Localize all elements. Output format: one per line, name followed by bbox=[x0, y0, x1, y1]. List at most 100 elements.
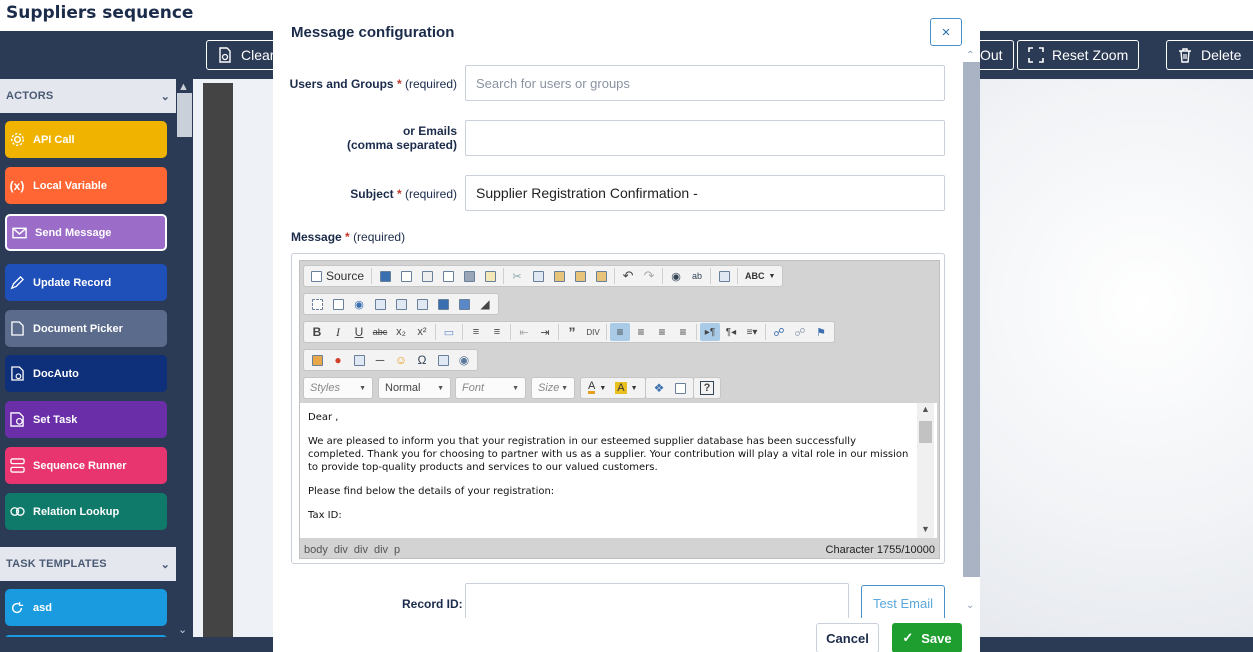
hidden-field-button[interactable]: ◢ bbox=[475, 295, 495, 313]
select-button[interactable] bbox=[412, 295, 432, 313]
strike-button[interactable]: abc bbox=[370, 323, 390, 341]
scrollbar-thumb[interactable] bbox=[177, 93, 192, 137]
radio-button[interactable]: ◉ bbox=[349, 295, 369, 313]
format-combo[interactable]: Normal ▼ bbox=[378, 377, 451, 399]
emails-input[interactable] bbox=[465, 120, 945, 156]
paste-button[interactable] bbox=[549, 267, 569, 285]
unlink-button[interactable]: ☍ bbox=[790, 323, 810, 341]
editor-content-area[interactable]: Dear , We are pleased to inform you that… bbox=[300, 403, 937, 538]
close-button[interactable]: × bbox=[930, 18, 962, 46]
page-break-button[interactable] bbox=[433, 351, 453, 369]
editor-scrollbar[interactable]: ▲ ▼ bbox=[917, 403, 934, 538]
underline-button[interactable]: U bbox=[349, 323, 369, 341]
special-char-button[interactable]: Ω bbox=[412, 351, 432, 369]
text-field-button[interactable] bbox=[370, 295, 390, 313]
superscript-button[interactable]: x² bbox=[412, 323, 432, 341]
actors-section-header[interactable]: ACTORS ⌄ bbox=[0, 79, 176, 113]
print-button[interactable] bbox=[459, 267, 479, 285]
sidebar-scrollbar[interactable]: ▲ ⌄ bbox=[176, 79, 193, 639]
bg-color-button[interactable]: A ▼ bbox=[611, 379, 641, 397]
delete-button[interactable]: Delete bbox=[1166, 40, 1253, 70]
bold-button[interactable]: B bbox=[307, 323, 327, 341]
image-button-button[interactable] bbox=[454, 295, 474, 313]
scrollbar-thumb[interactable] bbox=[919, 421, 932, 443]
align-center-button[interactable]: ≡ bbox=[631, 323, 651, 341]
new-page-button[interactable] bbox=[396, 267, 416, 285]
sidebar-item-docauto[interactable]: DocAuto bbox=[5, 355, 167, 392]
sidebar-item-document-picker[interactable]: Document Picker bbox=[5, 310, 167, 347]
replace-button[interactable]: ab bbox=[687, 267, 707, 285]
ltr-button[interactable]: ▸¶ bbox=[700, 323, 720, 341]
form-button[interactable] bbox=[307, 295, 327, 313]
textarea-button[interactable] bbox=[391, 295, 411, 313]
button-button[interactable] bbox=[433, 295, 453, 313]
modal-scrollbar[interactable] bbox=[963, 62, 980, 577]
align-right-button[interactable]: ≡ bbox=[652, 323, 672, 341]
undo-button[interactable]: ↶ bbox=[618, 267, 638, 285]
path-item[interactable]: body bbox=[304, 544, 328, 556]
find-button[interactable]: ◉ bbox=[666, 267, 686, 285]
paste-text-button[interactable] bbox=[570, 267, 590, 285]
italic-button[interactable]: I bbox=[328, 323, 348, 341]
outdent-button[interactable]: ⇤ bbox=[514, 323, 534, 341]
cancel-button[interactable]: Cancel bbox=[816, 623, 879, 652]
save-doc-button[interactable] bbox=[375, 267, 395, 285]
reset-zoom-button[interactable]: Reset Zoom bbox=[1017, 40, 1140, 70]
remove-format-button[interactable]: ▭ bbox=[439, 323, 459, 341]
styles-combo[interactable]: Styles ▼ bbox=[303, 377, 373, 399]
document-props-button[interactable] bbox=[480, 267, 500, 285]
users-groups-search-input[interactable] bbox=[465, 65, 945, 101]
text-color-button[interactable]: A ▼ bbox=[584, 379, 610, 397]
link-button[interactable]: ☍ bbox=[769, 323, 789, 341]
paste-word-button[interactable] bbox=[591, 267, 611, 285]
checkbox-button[interactable] bbox=[328, 295, 348, 313]
anchor-button[interactable]: ⚑ bbox=[811, 323, 831, 341]
source-button[interactable]: Source bbox=[307, 267, 368, 285]
redo-button[interactable]: ↷ bbox=[639, 267, 659, 285]
subscript-button[interactable]: x₂ bbox=[391, 323, 411, 341]
div-container-button[interactable]: DIV bbox=[583, 323, 603, 341]
select-all-button[interactable] bbox=[714, 267, 734, 285]
maximize-button[interactable]: ❖ bbox=[649, 379, 669, 397]
sidebar-item-set-task[interactable]: Set Task bbox=[5, 401, 167, 438]
copy-button[interactable] bbox=[528, 267, 548, 285]
sidebar-item-relation-lookup[interactable]: Relation Lookup bbox=[5, 493, 167, 530]
table-button[interactable] bbox=[349, 351, 369, 369]
indent-button[interactable]: ⇥ bbox=[535, 323, 555, 341]
test-email-button[interactable]: Test Email bbox=[861, 585, 945, 621]
preview-button[interactable] bbox=[438, 267, 458, 285]
sidebar-item-send-message[interactable]: Send Message bbox=[5, 214, 167, 251]
path-item[interactable]: div bbox=[354, 544, 368, 556]
sidebar-item-api-call[interactable]: API Call bbox=[5, 121, 167, 158]
spellcheck-button[interactable]: ABC ▼ bbox=[741, 267, 779, 285]
sidebar-item-local-variable[interactable]: (x) Local Variable bbox=[5, 167, 167, 204]
task-templates-section-header[interactable]: TASK TEMPLATES ⌄ bbox=[0, 547, 176, 581]
smiley-button[interactable]: ☺ bbox=[391, 351, 411, 369]
align-left-button[interactable]: ≡ bbox=[610, 323, 630, 341]
show-blocks-button[interactable] bbox=[670, 379, 690, 397]
about-button[interactable]: ? bbox=[697, 379, 717, 397]
horizontal-line-button[interactable]: ─ bbox=[370, 351, 390, 369]
save-button[interactable]: ✓ Save bbox=[892, 623, 962, 652]
iframe-button[interactable]: ◉ bbox=[454, 351, 474, 369]
templates-button[interactable] bbox=[417, 267, 437, 285]
path-item[interactable]: div bbox=[374, 544, 388, 556]
sidebar-item-sequence-runner[interactable]: Sequence Runner bbox=[5, 447, 167, 484]
numbered-list-button[interactable]: ≡ bbox=[466, 323, 486, 341]
cut-button[interactable]: ✂ bbox=[507, 267, 527, 285]
rtl-button[interactable]: ¶◂ bbox=[721, 323, 741, 341]
path-item[interactable]: p bbox=[394, 544, 400, 556]
sidebar-item-template-asd[interactable]: asd bbox=[5, 589, 167, 626]
size-combo[interactable]: Size ▼ bbox=[531, 377, 575, 399]
subject-input[interactable] bbox=[465, 175, 945, 211]
image-button[interactable] bbox=[307, 351, 327, 369]
bulleted-list-button[interactable]: ≡ bbox=[487, 323, 507, 341]
canvas-area-right[interactable] bbox=[980, 79, 1253, 639]
flash-button[interactable]: ● bbox=[328, 351, 348, 369]
justify-button[interactable]: ≡ bbox=[673, 323, 693, 341]
blockquote-button[interactable]: ” bbox=[562, 323, 582, 341]
font-combo[interactable]: Font ▼ bbox=[455, 377, 526, 399]
record-id-input[interactable] bbox=[465, 583, 849, 623]
language-button[interactable]: ≡▾ bbox=[742, 323, 762, 341]
sidebar-item-update-record[interactable]: Update Record bbox=[5, 264, 167, 301]
